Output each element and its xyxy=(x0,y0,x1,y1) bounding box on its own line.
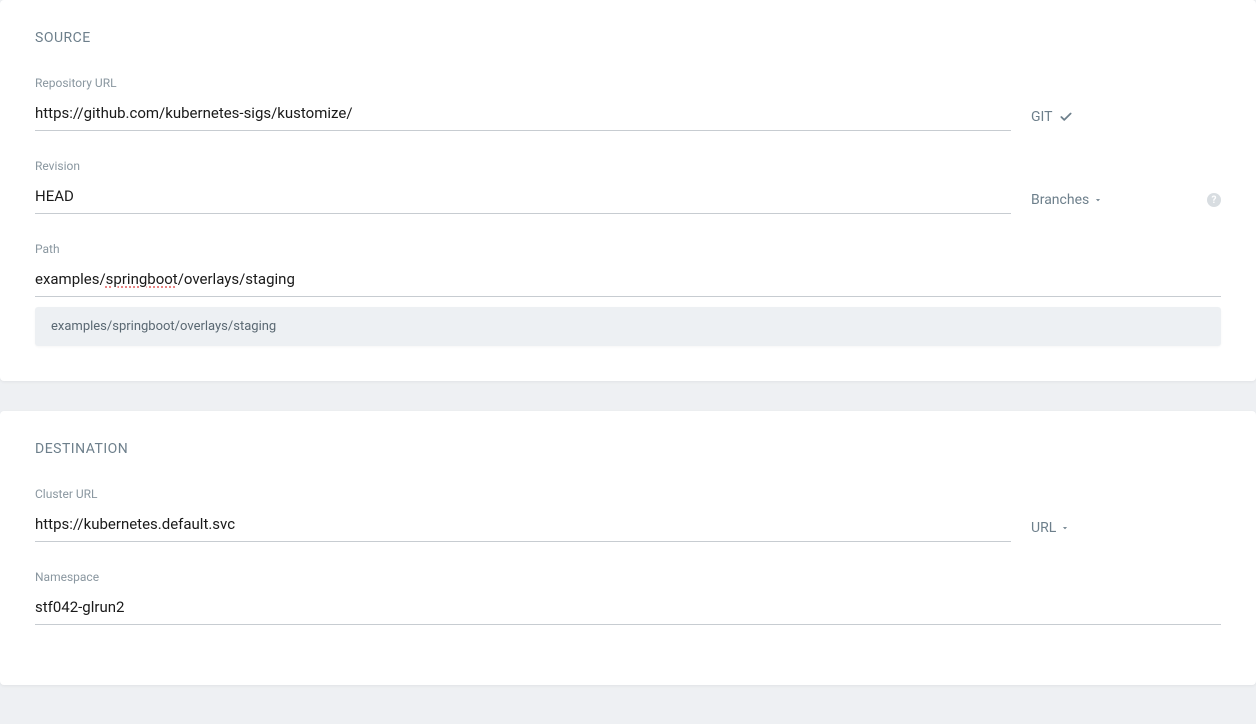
path-field-group: Path examples/springboot/overlays/stagin… xyxy=(35,242,1221,346)
help-icon[interactable]: ? xyxy=(1207,193,1221,207)
revision-label: Revision xyxy=(35,159,1011,173)
path-autocomplete-dropdown: examples/springboot/overlays/staging xyxy=(35,307,1221,346)
ref-type-selector[interactable]: Branches ? xyxy=(1031,192,1221,214)
namespace-field-group: Namespace xyxy=(35,570,1221,625)
ref-type-label: Branches xyxy=(1031,192,1089,208)
source-card: SOURCE Repository URL GIT Revision Branc xyxy=(0,0,1256,381)
repo-type-label: GIT xyxy=(1031,109,1053,125)
check-icon xyxy=(1059,109,1073,125)
cluster-url-input[interactable] xyxy=(35,511,1011,542)
cluster-url-field-group: Cluster URL URL xyxy=(35,487,1221,542)
path-input[interactable]: examples/springboot/overlays/staging xyxy=(35,266,1221,297)
cluster-type-label: URL xyxy=(1031,520,1056,536)
revision-input[interactable] xyxy=(35,183,1011,214)
namespace-input[interactable] xyxy=(35,594,1221,625)
namespace-label: Namespace xyxy=(35,570,1221,584)
caret-down-icon xyxy=(1093,192,1103,208)
repo-url-label: Repository URL xyxy=(35,76,1011,90)
path-label: Path xyxy=(35,242,1221,256)
revision-field-group: Revision Branches ? xyxy=(35,159,1221,214)
repo-type-selector[interactable]: GIT xyxy=(1031,109,1221,131)
caret-down-icon xyxy=(1060,520,1070,536)
cluster-url-label: Cluster URL xyxy=(35,487,1011,501)
source-title: SOURCE xyxy=(35,30,1221,46)
destination-card: DESTINATION Cluster URL URL Namespace xyxy=(0,411,1256,685)
repo-url-field-group: Repository URL GIT xyxy=(35,76,1221,131)
cluster-type-selector[interactable]: URL xyxy=(1031,520,1221,542)
destination-title: DESTINATION xyxy=(35,441,1221,457)
repo-url-input[interactable] xyxy=(35,100,1011,131)
path-autocomplete-item[interactable]: examples/springboot/overlays/staging xyxy=(35,307,1221,346)
